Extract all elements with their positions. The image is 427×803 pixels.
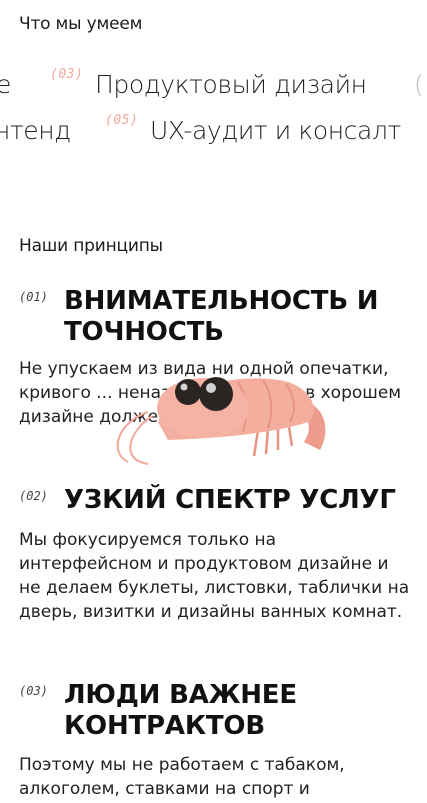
principle-number: (02) <box>19 489 48 503</box>
skill-label: UX-аудит и консалт <box>150 116 401 145</box>
principle-title: ВНИМАТЕЛЬНОСТЬ И ТОЧНОСТЬ <box>64 286 379 347</box>
skill-number: (03) <box>50 67 84 82</box>
principle-title: ЛЮДИ ВАЖНЕЕ КОНТРАКТОВ <box>64 680 297 741</box>
skills-heading: Что мы умеем <box>19 14 143 34</box>
skill-label: Продуктовый дизайн <box>95 70 367 99</box>
principle-number: (01) <box>19 290 48 304</box>
skill-number: (05) <box>105 113 139 128</box>
skills-marquee-row-1: е (03) Продуктовый дизайн ( <box>0 66 427 108</box>
skills-marquee-row-2: нтенд (05) UX-аудит и консалт <box>0 112 427 154</box>
principle-title: УЗКИЙ СПЕКТР УСЛУГ <box>64 485 396 515</box>
principle-text: Мы фокусируемся только на интерфейсном и… <box>19 530 410 622</box>
skill-label: е <box>0 70 11 99</box>
skill-label: ( <box>414 70 424 99</box>
shrimp-mascot-icon <box>116 377 326 465</box>
principle-text: Поэтому мы не работаем с табаком, алкого… <box>19 755 345 799</box>
principles-heading: Наши принципы <box>19 236 163 256</box>
principle-number: (03) <box>19 684 48 698</box>
skill-label: нтенд <box>0 116 71 145</box>
